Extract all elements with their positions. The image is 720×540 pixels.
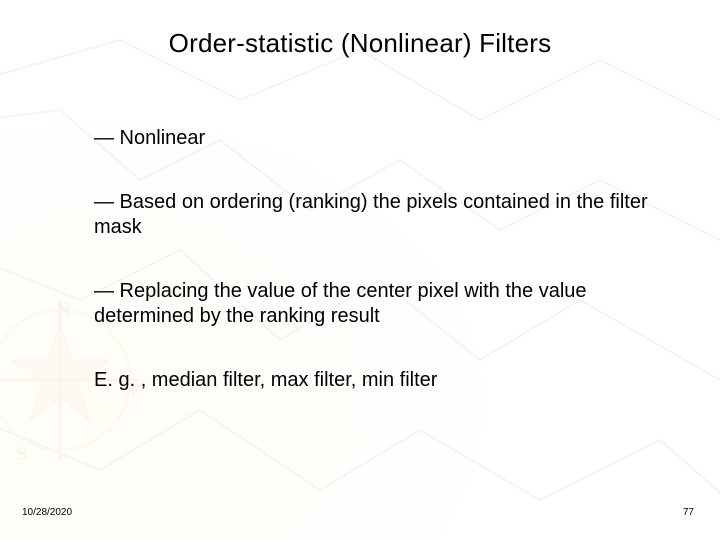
slide-title: Order-statistic (Nonlinear) Filters (0, 28, 720, 59)
slide: Order-statistic (Nonlinear) Filters — No… (0, 0, 720, 540)
bullet-item: — Nonlinear (94, 126, 666, 150)
slide-body: — Nonlinear — Based on ordering (ranking… (94, 126, 666, 392)
footer-page-number: 77 (683, 507, 694, 518)
bullet-item: — Replacing the value of the center pixe… (94, 279, 666, 328)
bullet-item: — Based on ordering (ranking) the pixels… (94, 190, 666, 239)
bullet-item: E. g. , median filter, max filter, min f… (94, 368, 666, 392)
footer-date: 10/28/2020 (22, 507, 72, 518)
